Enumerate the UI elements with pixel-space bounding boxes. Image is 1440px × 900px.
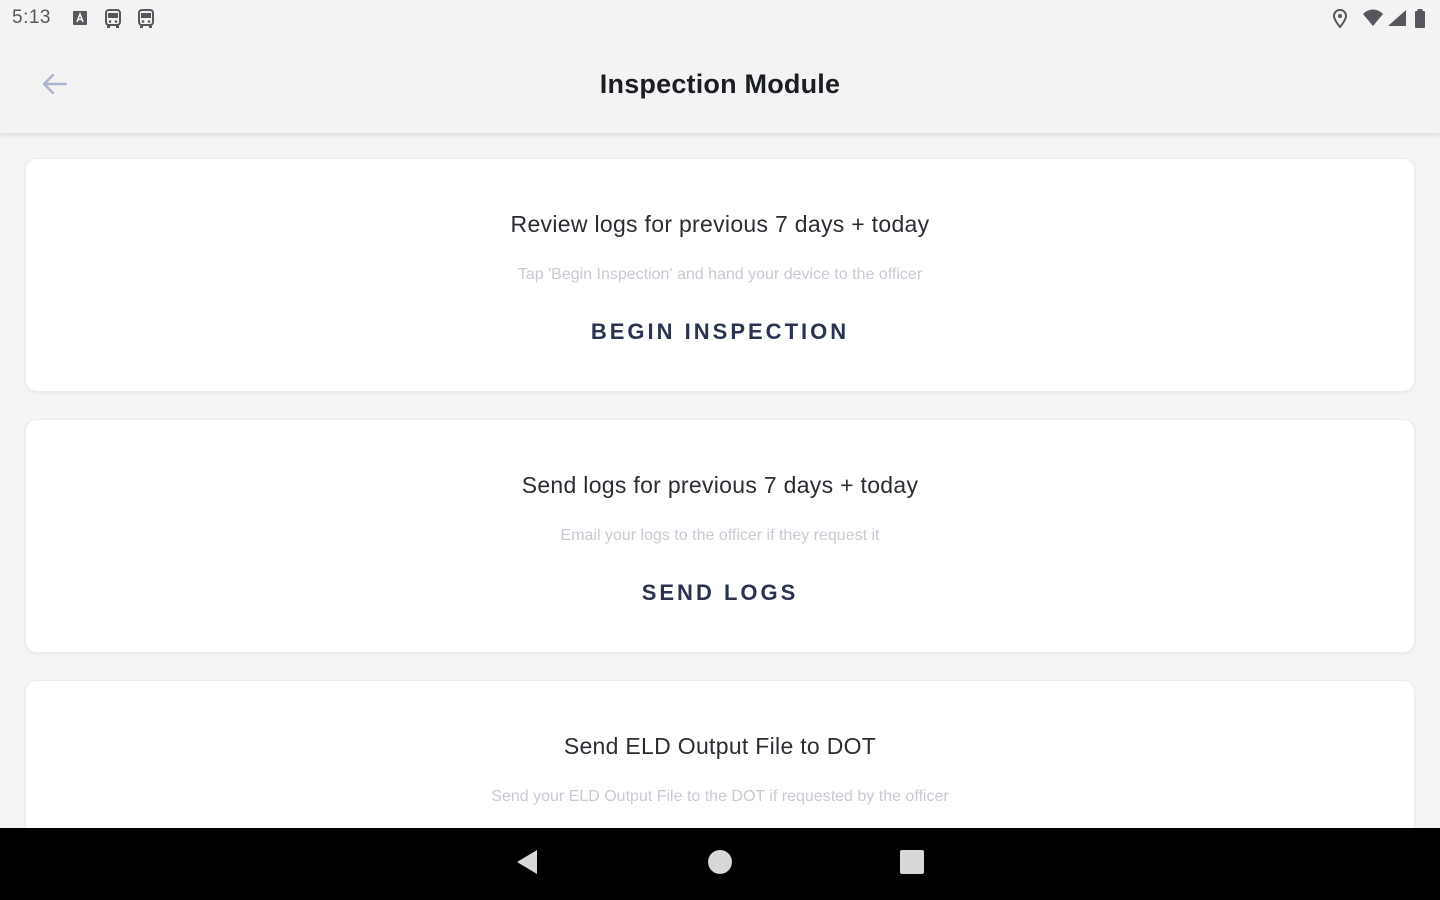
card-subtitle: Tap 'Begin Inspection' and hand your dev…	[517, 266, 923, 283]
circle-home-icon	[707, 849, 733, 880]
square-recents-icon	[899, 849, 925, 880]
nav-recents-button[interactable]	[892, 846, 932, 882]
review-logs-card: Review logs for previous 7 days + today …	[25, 158, 1415, 392]
send-eld-output-card: Send ELD Output File to DOT Send your EL…	[25, 680, 1415, 828]
status-bar: 5:13	[0, 0, 1440, 38]
send-logs-card: Send logs for previous 7 days + today Em…	[25, 419, 1415, 653]
card-subtitle: Send your ELD Output File to the DOT if …	[491, 788, 949, 805]
status-time: 5:13	[12, 7, 51, 28]
screen: 5:13 Inspection Module Review logs for p…	[0, 0, 1440, 900]
system-nav-bar	[0, 828, 1440, 900]
send-logs-button[interactable]: SEND LOGS	[622, 568, 819, 618]
nav-home-button[interactable]	[700, 846, 740, 882]
begin-inspection-button[interactable]: BEGIN INSPECTION	[571, 307, 869, 357]
cellular-signal-icon	[1387, 9, 1407, 32]
nav-back-button[interactable]	[507, 846, 547, 882]
card-title: Send logs for previous 7 days + today	[521, 472, 919, 498]
location-icon	[1332, 8, 1348, 34]
wifi-icon	[1362, 9, 1384, 32]
card-title: Send ELD Output File to DOT	[563, 733, 877, 759]
card-title: Review logs for previous 7 days + today	[510, 211, 930, 237]
bus-icon	[136, 9, 156, 34]
bus-icon	[103, 9, 123, 34]
battery-icon	[1414, 9, 1426, 34]
card-subtitle: Email your logs to the officer if they r…	[560, 527, 880, 544]
app-bar: Inspection Module	[0, 38, 1440, 134]
page-title: Inspection Module	[599, 69, 841, 99]
content-list: Review logs for previous 7 days + today …	[0, 134, 1440, 828]
triangle-back-icon	[515, 849, 539, 880]
notification-a-icon	[72, 9, 88, 32]
